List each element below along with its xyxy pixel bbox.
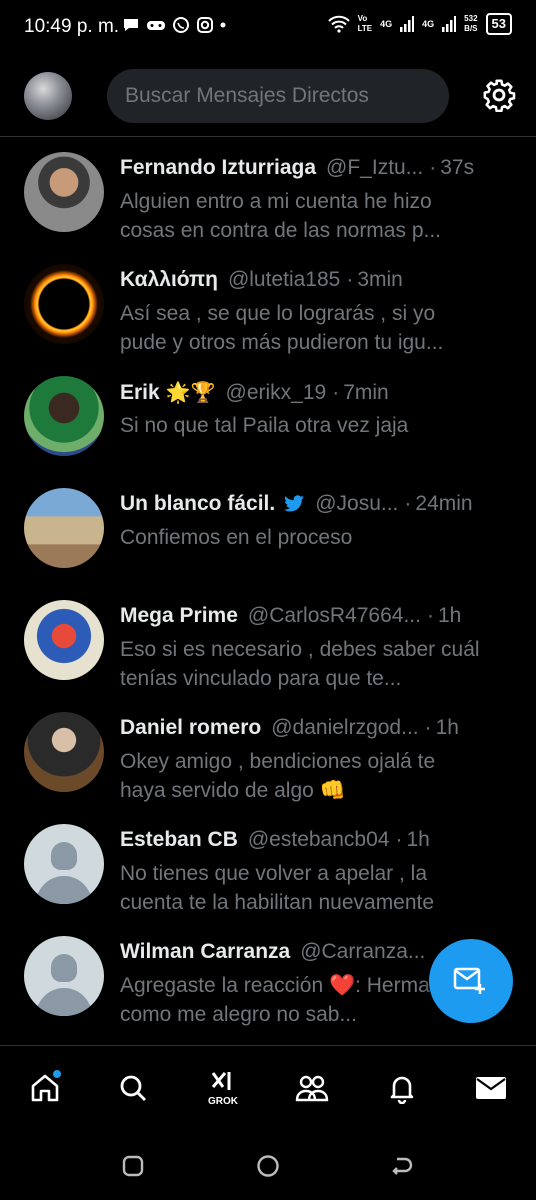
sender-name: Erik <box>120 380 160 404</box>
sender-name: Καλλιόπη <box>120 268 218 291</box>
message-time: 24min <box>415 492 473 515</box>
home-circle-icon[interactable] <box>255 1153 281 1179</box>
sender-name: Fernando Izturriaga <box>120 156 317 179</box>
instagram-icon <box>197 17 213 33</box>
communities-icon <box>295 1075 329 1102</box>
nav-search[interactable] <box>111 1066 155 1110</box>
new-message-icon <box>453 967 485 994</box>
message-time: 1h <box>437 604 462 627</box>
separator-dot: · <box>429 156 437 179</box>
signal-icon-2 <box>442 16 457 32</box>
conversation-row[interactable]: Daniel romero @danielrzgod... · 1h Okey … <box>0 695 536 807</box>
search-placeholder: Buscar Mensajes Directos <box>125 84 369 107</box>
notification-icons <box>122 16 226 34</box>
avatar[interactable] <box>24 152 104 232</box>
default-avatar[interactable] <box>24 936 104 1016</box>
back-icon[interactable] <box>389 1153 415 1179</box>
search-input[interactable]: Buscar Mensajes Directos <box>107 69 449 123</box>
notification-dot <box>53 1070 61 1078</box>
conversation-row[interactable]: Fernando Izturriaga @F_Iztu... · 37s Alg… <box>0 135 536 247</box>
message-preview: Confiemos en el proceso <box>120 526 353 549</box>
nav-grok[interactable]: GROK <box>201 1066 245 1110</box>
default-avatar[interactable] <box>24 824 104 904</box>
message-preview: Eso si es necesario , debes saber cuál t… <box>120 638 480 690</box>
bell-icon <box>390 1076 414 1104</box>
message-preview: No tienes que volver a apelar , la cuent… <box>120 862 435 914</box>
grok-icon <box>211 1072 231 1090</box>
network-type-2: 4G <box>422 19 435 29</box>
conversation-row[interactable]: Mega Prime @CarlosR47664... · 1h Eso si … <box>0 583 536 695</box>
message-time: 3min <box>357 268 403 291</box>
search-icon <box>120 1075 146 1101</box>
separator-dot: · <box>404 492 412 515</box>
data-speed: 532 B/S <box>464 14 478 33</box>
conversation-row[interactable]: Erik 🌟🏆 @erikx_19 · 7min Si no que tal P… <box>0 359 536 471</box>
sender-name: Un blanco fácil. <box>120 492 276 515</box>
message-preview: Si no que tal Paila otra vez jaja <box>120 414 409 437</box>
nav-messages[interactable] <box>469 1066 513 1110</box>
status-time: 10:49 p. m. <box>24 16 120 37</box>
sender-name: Mega Prime <box>120 604 238 627</box>
conversation-row[interactable]: Esteban CB @estebancb04 · 1h No tienes q… <box>0 807 536 919</box>
message-time: 1h <box>435 716 459 739</box>
message-preview: Así sea , se que lo lograrás , si yo pud… <box>120 302 444 354</box>
gamepad-icon <box>147 21 165 30</box>
system-indicators: Vo LTE 4G 4G 532 B/S 53 <box>327 13 512 35</box>
message-time: 1h <box>406 828 430 851</box>
sender-handle: @erikx_19 <box>225 380 327 404</box>
network-type-1: 4G <box>380 19 393 29</box>
separator-dot: · <box>424 716 432 739</box>
bottom-navigation: GROK <box>0 1045 536 1130</box>
nav-notifications[interactable] <box>380 1066 424 1110</box>
message-preview: Alguien entro a mi cuenta he hizo cosas … <box>120 190 441 242</box>
sender-name: Esteban CB <box>120 828 238 851</box>
avatar[interactable] <box>24 376 104 456</box>
sender-handle: @estebancb04 <box>247 828 390 851</box>
sender-handle: @F_Iztu... <box>326 156 424 179</box>
avatar[interactable] <box>24 264 104 344</box>
conversation-row[interactable]: Un blanco fácil. @Josu... · 24min Confie… <box>0 471 536 583</box>
message-time: 7min <box>343 380 389 404</box>
signal-icon-1 <box>400 16 415 32</box>
avatar[interactable] <box>24 488 104 568</box>
sender-name: Wilman Carranza <box>120 940 291 963</box>
volte-indicator: Vo LTE <box>357 14 373 33</box>
dm-header: Buscar Mensajes Directos <box>0 56 536 137</box>
sender-handle: @Carranza... <box>300 940 426 963</box>
sender-handle: @CarlosR47664... <box>247 604 421 627</box>
sender-name: Daniel romero <box>120 716 262 739</box>
profile-avatar[interactable] <box>24 72 72 120</box>
message-time: 37s <box>440 156 475 179</box>
avatar[interactable] <box>24 600 104 680</box>
separator-dot: · <box>332 380 340 404</box>
sender-handle: @danielrzgod... <box>271 716 419 739</box>
grok-label: GROK <box>208 1096 238 1107</box>
message-preview: Okey amigo , bendiciones ojalá te haya s… <box>120 750 436 802</box>
conversation-row[interactable]: Καλλιόπη @lutetia185 · 3min Así sea , se… <box>0 247 536 359</box>
whatsapp-icon <box>173 17 189 33</box>
status-bar: 10:49 p. m. Vo LTE 4G 4G 532 B/S 53 <box>0 0 536 56</box>
avatar[interactable] <box>24 712 104 792</box>
nav-communities[interactable] <box>290 1066 334 1110</box>
separator-dot: · <box>426 604 434 627</box>
new-message-button[interactable] <box>429 939 513 1023</box>
nav-home[interactable] <box>23 1066 67 1110</box>
message-preview: Agregaste la reacción ❤️: Hermano como m… <box>120 974 454 1026</box>
system-navigation-bar <box>0 1129 536 1200</box>
chat-bubble-icon <box>124 19 138 31</box>
battery-level: 53 <box>485 13 512 35</box>
sender-handle: @lutetia185 <box>227 268 341 291</box>
settings-gear-icon[interactable] <box>482 78 516 112</box>
envelope-icon <box>476 1077 506 1099</box>
recent-apps-icon[interactable] <box>120 1153 146 1179</box>
name-emojis: 🌟🏆 <box>165 382 216 404</box>
twitter-bird-icon <box>284 495 305 512</box>
more-dot-icon <box>220 22 226 28</box>
separator-dot: · <box>346 268 354 291</box>
sender-handle: @Josu... <box>315 492 399 515</box>
separator-dot: · <box>395 828 403 851</box>
wifi-icon <box>327 15 350 33</box>
